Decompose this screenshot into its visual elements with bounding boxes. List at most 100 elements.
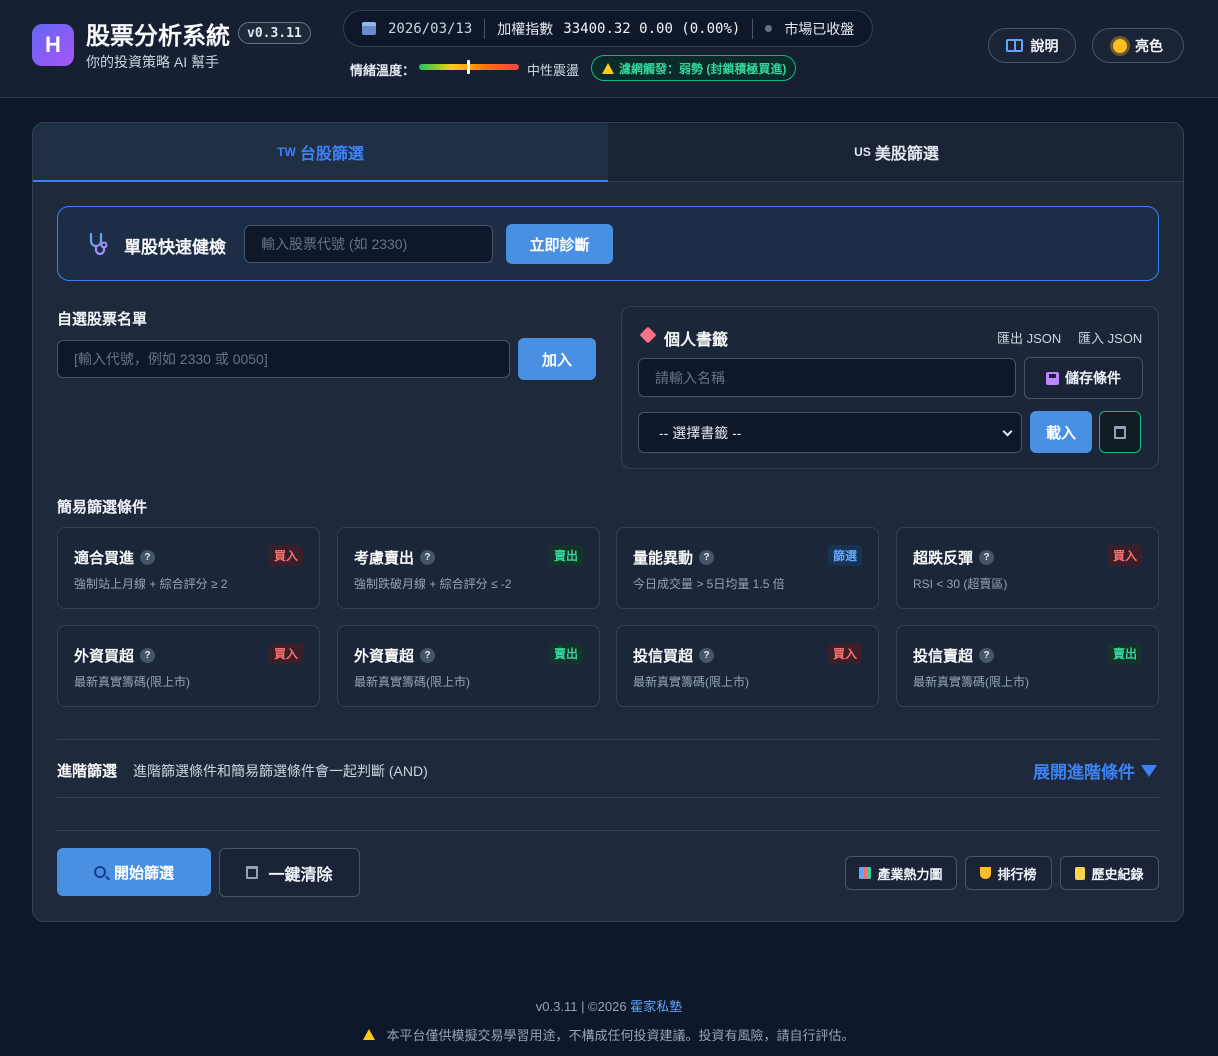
help-icon[interactable]: ? — [140, 648, 156, 663]
watchlist-input[interactable]: [輸入代號，例如 2330 或 0050] — [57, 340, 510, 378]
screener-panel: TW 台股篩選 US 美股篩選 單股快速健檢 輸入股票代號 (如 2330) 立… — [32, 122, 1184, 922]
help-icon[interactable]: ? — [979, 550, 995, 565]
quick-check-title: 單股快速健檢 — [124, 238, 226, 257]
watchlist-title: 自選股票名單 — [57, 311, 148, 328]
start-screening-button[interactable]: 開始篩選 — [57, 848, 211, 896]
help-icon[interactable]: ? — [699, 648, 715, 663]
app-header: H 股票分析系統 v0.3.11 你的投資策略 AI 幫手 2026/03/13… — [0, 0, 1218, 98]
bookmark-select[interactable]: -- 選擇書籤 -- — [638, 412, 1022, 453]
diagnose-button[interactable]: 立即診斷 — [506, 224, 613, 264]
footer-disclaimer: 本平台僅供模擬交易學習用途，不構成任何投資建議。投資有風險，請自行評估。 — [0, 1025, 1218, 1044]
theme-toggle-button[interactable]: 亮色 — [1092, 28, 1184, 63]
filter-card-desc: 最新真實籌碼(限上市) — [354, 675, 470, 689]
filter-badge: 賣出 — [548, 643, 583, 664]
chevron-down-icon — [1002, 426, 1013, 437]
filter-card-title: 外資賣超 — [354, 648, 415, 665]
app-title: 股票分析系統 — [86, 23, 230, 50]
advanced-filter-title: 進階篩選 — [57, 763, 118, 780]
ranking-label: 排行榜 — [997, 866, 1037, 882]
start-screening-label: 開始篩選 — [113, 864, 174, 882]
trash-icon — [246, 866, 259, 879]
tab-tw-screener[interactable]: TW 台股篩選 — [33, 123, 608, 182]
tab-tw-prefix: TW — [277, 144, 296, 159]
filter-card-desc: 今日成交量 > 5日均量 1.5 倍 — [633, 577, 785, 591]
version-badge: v0.3.11 — [238, 22, 311, 44]
help-icon[interactable]: ? — [979, 648, 995, 663]
clear-all-button[interactable]: 一鍵清除 — [219, 848, 360, 897]
index-value: 33400.32 0.00 (0.00%) — [563, 20, 741, 37]
filter-badge: 買入 — [1107, 545, 1142, 566]
industry-heatmap-label: 產業熱力圖 — [877, 866, 943, 882]
filter-card-title: 投信買超 — [633, 648, 694, 665]
help-button-label: 說明 — [1030, 37, 1059, 54]
expand-advanced-toggle[interactable]: 展開進階條件 — [1033, 758, 1157, 783]
help-icon[interactable]: ? — [420, 648, 436, 663]
filter-card-desc: 強制跌破月線 + 綜合評分 ≤ -2 — [354, 577, 512, 591]
filter-badge: 買入 — [268, 643, 303, 664]
filter-card-heading: 外資賣超 ? — [354, 645, 436, 666]
filter-card-desc: RSI < 30 (超賣區) — [913, 577, 1008, 591]
stethoscope-icon — [89, 232, 108, 256]
simple-filters-title: 簡易篩選條件 — [57, 499, 148, 516]
filter-card-oversold-rebound[interactable]: 超跌反彈 ? 買入 RSI < 30 (超賣區) — [896, 527, 1159, 609]
expand-advanced-label: 展開進階條件 — [1033, 763, 1135, 782]
index-label: 加權指數 — [497, 20, 554, 37]
filter-card-volume-spike[interactable]: 量能異動 ? 篩選 今日成交量 > 5日均量 1.5 倍 — [616, 527, 879, 609]
ranking-button[interactable]: 排行榜 — [965, 856, 1052, 890]
bookmark-name-input[interactable]: 請輸入名稱 — [638, 358, 1016, 397]
clear-all-label: 一鍵清除 — [268, 866, 333, 884]
filter-card-foreign-net-sell[interactable]: 外資賣超 ? 賣出 最新真實籌碼(限上市) — [337, 625, 600, 707]
export-json-link[interactable]: 匯出 JSON — [997, 328, 1061, 347]
market-date: 2026/03/13 — [388, 20, 473, 37]
add-watchlist-button[interactable]: 加入 — [518, 338, 596, 380]
help-icon[interactable]: ? — [140, 550, 156, 565]
status-dot-icon — [765, 25, 773, 32]
footer-brand-link[interactable]: 霍家私塾 — [630, 999, 682, 1014]
footer-disclaimer-text: 本平台僅供模擬交易學習用途，不構成任何投資建議。投資有風險，請自行評估。 — [386, 1028, 855, 1043]
app-subtitle: 你的投資策略 AI 幫手 — [86, 54, 220, 70]
filter-card-heading: 投信賣超 ? — [913, 645, 995, 666]
filter-card-sell-signal[interactable]: 考慮賣出 ? 賣出 強制跌破月線 + 綜合評分 ≤ -2 — [337, 527, 600, 609]
import-json-link[interactable]: 匯入 JSON — [1078, 328, 1142, 347]
filter-card-heading: 投信買超 ? — [633, 645, 715, 666]
filter-card-desc: 最新真實籌碼(限上市) — [633, 675, 749, 689]
save-bookmark-label: 儲存條件 — [1065, 370, 1121, 386]
filter-badge: 買入 — [268, 545, 303, 566]
load-bookmark-button[interactable]: 載入 — [1030, 411, 1092, 453]
filter-card-title: 投信賣超 — [913, 648, 974, 665]
save-icon — [1046, 371, 1059, 385]
filter-card-title: 適合買進 — [74, 550, 135, 567]
scroll-icon — [1075, 866, 1086, 880]
industry-heatmap-button[interactable]: 產業熱力圖 — [845, 856, 957, 890]
filter-card-trust-net-buy[interactable]: 投信買超 ? 買入 最新真實籌碼(限上市) — [616, 625, 879, 707]
help-button[interactable]: 說明 — [988, 28, 1076, 63]
bookmark-select-value: -- 選擇書籤 -- — [659, 424, 742, 441]
quick-check-panel: 單股快速健檢 輸入股票代號 (如 2330) 立即診斷 — [57, 206, 1159, 281]
quick-check-input[interactable]: 輸入股票代號 (如 2330) — [244, 225, 493, 263]
help-icon[interactable]: ? — [699, 550, 715, 565]
filter-badge: 買入 — [827, 643, 862, 664]
sun-icon — [1113, 38, 1127, 53]
warning-icon — [363, 1029, 376, 1040]
filter-card-foreign-net-buy[interactable]: 外資買超 ? 買入 最新真實籌碼(限上市) — [57, 625, 320, 707]
delete-bookmark-button[interactable] — [1099, 411, 1141, 453]
warning-icon — [602, 62, 614, 74]
filter-badge: 賣出 — [548, 545, 583, 566]
advanced-filter-desc: 進階篩選條件和簡易篩選條件會一起判斷 (AND) — [133, 763, 428, 779]
filter-card-title: 考慮賣出 — [354, 550, 415, 567]
save-bookmark-button[interactable]: 儲存條件 — [1024, 357, 1143, 399]
search-icon — [93, 866, 106, 878]
sentiment-value: 中性震盪 — [527, 63, 580, 78]
app-logo: H — [32, 24, 74, 66]
filter-badge: 篩選 — [827, 545, 862, 566]
sentiment-label: 情緒溫度： — [350, 63, 416, 78]
divider — [484, 18, 486, 39]
market-status: 市場已收盤 — [784, 20, 855, 37]
filter-card-trust-net-sell[interactable]: 投信賣超 ? 賣出 最新真實籌碼(限上市) — [896, 625, 1159, 707]
filter-card-desc: 最新真實籌碼(限上市) — [913, 675, 1029, 689]
trophy-icon — [980, 867, 992, 879]
tab-us-screener[interactable]: US 美股篩選 — [608, 123, 1183, 182]
filter-card-buy-signal[interactable]: 適合買進 ? 買入 強制站上月線 + 綜合評分 ≥ 2 — [57, 527, 320, 609]
help-icon[interactable]: ? — [420, 550, 436, 565]
history-button[interactable]: 歷史紀錄 — [1060, 856, 1159, 890]
